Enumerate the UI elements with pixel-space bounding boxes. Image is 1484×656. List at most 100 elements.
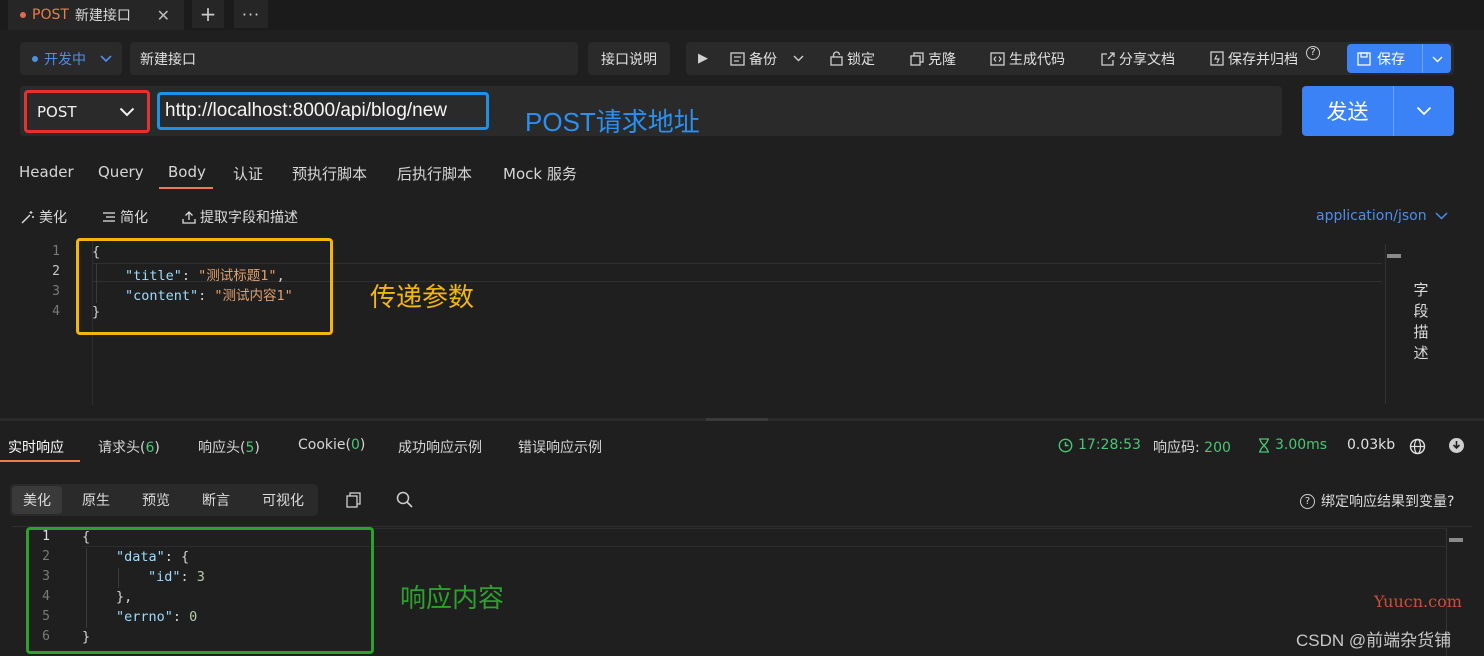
watermark-yuucn: Yuucn.com <box>1374 592 1462 611</box>
save-dropdown[interactable] <box>1423 52 1451 66</box>
field-desc-panel-toggle[interactable]: 字 段 描 述 <box>1410 280 1432 364</box>
bind-response-help[interactable]: ? 绑定响应结果到变量? <box>1300 491 1454 511</box>
simplify-label: 简化 <box>120 210 148 226</box>
more-tabs-button[interactable]: ··· <box>234 0 268 28</box>
lock-button[interactable]: 锁定 <box>830 42 875 75</box>
clock-icon <box>1058 438 1073 452</box>
request-tab-name: 新建接口 <box>74 8 131 24</box>
send-button[interactable]: 发送 <box>1302 86 1454 136</box>
new-tab-button[interactable]: + <box>192 0 224 28</box>
line-number: 1 <box>52 244 60 259</box>
content-type-select[interactable]: application/json <box>1316 208 1448 224</box>
url-annotation: POST请求地址 <box>525 107 700 137</box>
share-icon <box>1101 51 1115 66</box>
gen-code-label: 生成代码 <box>1009 51 1065 68</box>
view-mode-assert[interactable]: 断言 <box>190 484 242 516</box>
list-icon <box>103 212 115 222</box>
params-annotation-box <box>76 238 333 335</box>
status-select[interactable]: 开发中 <box>20 42 122 75</box>
tab-auth[interactable]: 认证 <box>233 163 263 184</box>
tab-response-headers[interactable]: 响应头(5) <box>198 437 260 457</box>
upload-icon <box>182 211 196 224</box>
save-label: 保存 <box>1377 51 1405 68</box>
view-mode-beautify[interactable]: 美化 <box>12 486 62 514</box>
params-annotation: 传递参数 <box>370 282 475 312</box>
active-tab-indicator <box>0 460 80 462</box>
run-button[interactable]: ▶ <box>698 42 708 75</box>
request-tab[interactable]: POST 新建接口 ✕ <box>8 0 184 30</box>
view-mode-preview[interactable]: 预览 <box>130 484 182 516</box>
response-time: 17:28:53 <box>1058 437 1141 453</box>
line-number: 4 <box>52 304 60 319</box>
hourglass-icon <box>1259 437 1269 453</box>
tab-realtime-response[interactable]: 实时响应 <box>8 437 64 457</box>
status-code: 响应码: 200 <box>1153 440 1231 456</box>
chevron-down-icon <box>100 54 112 62</box>
clone-button[interactable]: 克隆 <box>910 42 956 75</box>
help-icon[interactable]: ? <box>1306 45 1320 60</box>
chevron-down-icon <box>793 55 804 62</box>
chevron-down-icon <box>1432 56 1442 62</box>
response-size: 0.03kb <box>1347 437 1396 453</box>
send-label: 发送 <box>1302 86 1394 136</box>
tab-cookie[interactable]: Cookie(0) <box>298 437 365 453</box>
download-icon[interactable] <box>1448 437 1465 454</box>
gen-code-button[interactable]: 生成代码 <box>990 42 1065 75</box>
save-button[interactable]: 保存 <box>1347 44 1451 73</box>
line-number: 2 <box>52 264 60 279</box>
view-mode-raw[interactable]: 原生 <box>70 484 122 516</box>
lock-label: 锁定 <box>847 51 875 68</box>
chevron-down-icon <box>1416 106 1432 116</box>
share-doc-label: 分享文档 <box>1119 51 1175 68</box>
tab-query[interactable]: Query <box>98 163 144 181</box>
backup-button[interactable]: 备份 <box>730 42 804 75</box>
search-icon[interactable] <box>396 491 413 508</box>
editor-scrollbar[interactable] <box>1385 244 1402 404</box>
save-icon <box>1357 51 1371 66</box>
content-type-value: application/json <box>1316 208 1427 224</box>
tab-header[interactable]: Header <box>19 163 74 181</box>
view-mode-switch: 美化 原生 预览 断言 可视化 <box>10 484 318 516</box>
lock-icon <box>830 51 843 66</box>
method-value: POST <box>37 102 77 121</box>
response-annotation: 响应内容 <box>400 583 505 613</box>
url-input[interactable]: http://localhost:8000/api/blog/new <box>157 92 489 130</box>
interface-name-input[interactable]: 新建接口 <box>130 42 578 75</box>
extract-fields-label: 提取字段和描述 <box>200 210 298 226</box>
send-dropdown[interactable] <box>1394 86 1454 136</box>
method-select[interactable]: POST <box>24 90 150 133</box>
magic-wand-icon <box>21 211 34 224</box>
tab-body[interactable]: Body <box>168 163 206 181</box>
extract-fields-button[interactable]: 提取字段和描述 <box>182 207 298 227</box>
active-tab-indicator <box>159 187 213 189</box>
tab-request-headers[interactable]: 请求头(6) <box>98 437 160 457</box>
panel-splitter[interactable] <box>0 418 1484 421</box>
close-icon[interactable]: ✕ <box>157 6 170 25</box>
copy-icon[interactable] <box>346 492 361 508</box>
backup-label: 备份 <box>749 51 777 68</box>
interface-desc-button[interactable]: 接口说明 <box>588 42 670 75</box>
share-doc-button[interactable]: 分享文档 <box>1100 42 1175 75</box>
bind-response-label: 绑定响应结果到变量? <box>1321 494 1455 510</box>
tab-success-example[interactable]: 成功响应示例 <box>398 437 482 457</box>
tab-mock[interactable]: Mock 服务 <box>503 163 577 184</box>
help-icon: ? <box>1300 493 1315 509</box>
play-icon: ▶ <box>698 51 708 66</box>
beautify-button[interactable]: 美化 <box>20 207 67 227</box>
save-archive-button[interactable]: 保存并归档 ? <box>1210 42 1320 75</box>
tab-error-example[interactable]: 错误响应示例 <box>518 437 602 457</box>
backup-icon <box>730 51 745 66</box>
globe-icon[interactable] <box>1409 438 1426 455</box>
tab-pre-script[interactable]: 预执行脚本 <box>292 163 367 184</box>
watermark-csdn: CSDN @前端杂货铺 <box>1296 631 1452 650</box>
simplify-button[interactable]: 简化 <box>102 207 148 227</box>
view-mode-visualize[interactable]: 可视化 <box>250 484 316 516</box>
clone-label: 克隆 <box>928 51 956 68</box>
status-label: 开发中 <box>44 51 86 68</box>
tab-post-script[interactable]: 后执行脚本 <box>397 163 472 184</box>
archive-icon <box>1210 51 1224 66</box>
unsaved-dot <box>20 12 26 18</box>
save-archive-label: 保存并归档 <box>1228 51 1298 68</box>
response-annotation-box <box>26 527 374 654</box>
chevron-down-icon <box>1435 212 1448 220</box>
